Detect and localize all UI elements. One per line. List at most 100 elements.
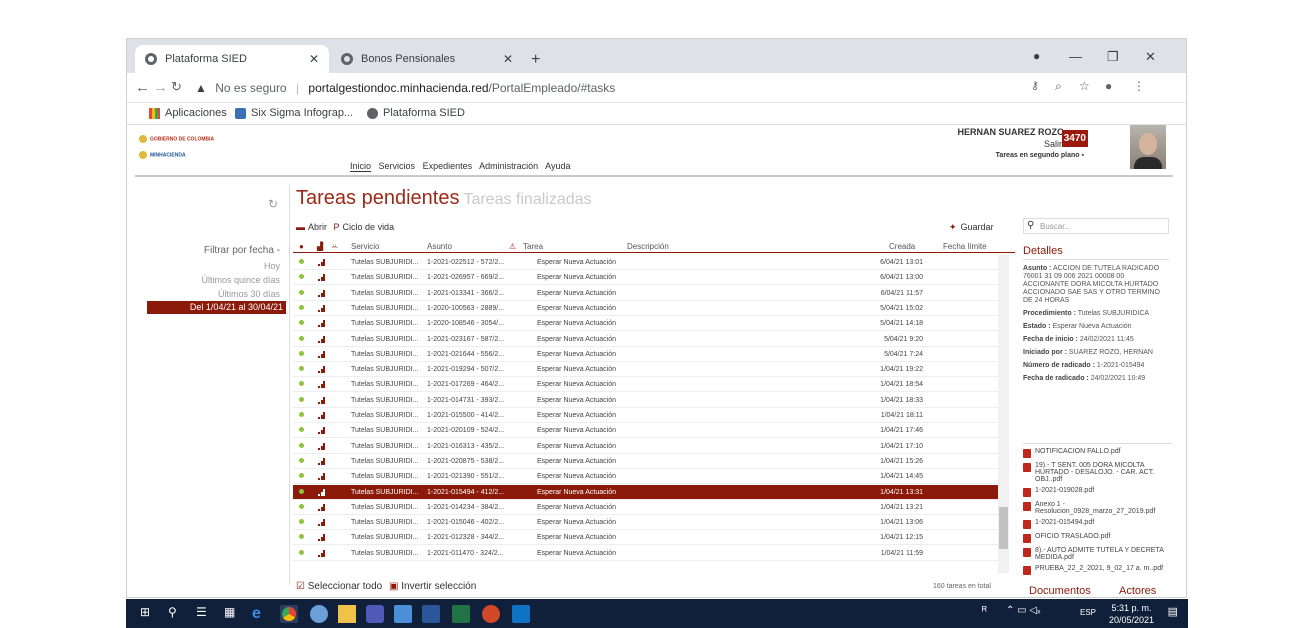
task-view-icon[interactable]: ☰ — [196, 605, 207, 619]
logout-link[interactable]: Salir — [1044, 139, 1062, 149]
users-column-icon[interactable]: ꕁ — [331, 242, 338, 252]
lifecycle-button[interactable]: P Ciclo de vida — [334, 222, 395, 232]
document-item[interactable]: 8).- AUTO ADMITE TUTELA Y DECRETA MEDIDA… — [1023, 547, 1173, 561]
reload-icon[interactable]: ↻ — [171, 79, 182, 95]
tab-finished-tasks[interactable]: Tareas finalizadas — [463, 191, 591, 208]
windows-start-icon[interactable]: ⊞ — [140, 605, 150, 619]
search-input[interactable]: ⚲ Buscar... — [1023, 218, 1169, 234]
table-row[interactable]: Tutelas SUBJURIDI... 1-2020-100563 - 2889… — [293, 301, 998, 316]
table-row[interactable]: Tutelas SUBJURIDI... 1-2021-016313 - 435/… — [293, 439, 998, 454]
filter-title[interactable]: Filtrar por fecha - — [167, 245, 280, 256]
forward-icon[interactable]: → — [153, 79, 168, 96]
table-scrollbar[interactable] — [998, 255, 1009, 573]
document-item[interactable]: 19).- T SENT. 005 DORA MICOLTA HURTADO -… — [1023, 462, 1173, 483]
filter-quince-dias[interactable]: Últimos quince días — [147, 275, 280, 285]
table-row[interactable]: Tutelas SUBJURIDI... 1-2020-108546 - 3054… — [293, 316, 998, 332]
background-tasks-link[interactable]: Tareas en segundo plano ▪ — [996, 152, 1084, 159]
table-row[interactable]: Tutelas SUBJURIDI... 1-2021-013341 - 366/… — [293, 286, 998, 301]
edge-icon[interactable]: e — [252, 605, 270, 623]
people-icon[interactable]: ᴿ — [982, 605, 987, 617]
menu-icon[interactable]: ⋮ — [1133, 79, 1145, 93]
invert-selection-button[interactable]: ▣ Invertir selección — [389, 581, 476, 592]
nav-administracion[interactable]: Administración — [479, 161, 538, 171]
avatar[interactable] — [1130, 125, 1166, 169]
bookmark-plataforma-sied[interactable]: Plataforma SIED — [367, 107, 465, 119]
tab-pending-tasks[interactable]: Tareas pendientes — [296, 187, 459, 209]
profile-icon[interactable]: ● — [1033, 49, 1040, 63]
nav-servicios[interactable]: Servicios — [379, 161, 416, 171]
document-item[interactable]: Anexo 1 - Resolucion_0928_marzo_27_2019.… — [1023, 501, 1173, 515]
outlook-icon[interactable] — [512, 605, 530, 623]
document-item[interactable]: OFICIO TRASLADO.pdf — [1023, 533, 1173, 543]
minimize-icon[interactable]: — — [1069, 49, 1082, 64]
search-icon[interactable]: ⚲ — [168, 605, 177, 619]
new-tab-button[interactable]: + — [531, 51, 540, 69]
table-row[interactable]: Tutelas SUBJURIDI... 1-2021-022512 - 572/… — [293, 255, 998, 270]
nav-expedientes[interactable]: Expedientes — [423, 161, 473, 171]
select-all-button[interactable]: ☑ Seleccionar todo — [296, 581, 382, 592]
save-button[interactable]: ✦ Guardar — [949, 222, 994, 233]
mail-icon[interactable] — [394, 605, 412, 623]
nav-inicio[interactable]: Inicio — [350, 161, 372, 172]
nav-ayuda[interactable]: Ayuda — [545, 161, 570, 171]
table-row[interactable]: Tutelas SUBJURIDI... 1-2021-011470 - 324/… — [293, 546, 998, 561]
table-row[interactable]: Tutelas SUBJURIDI... 1-2021-015494 - 412/… — [293, 484, 998, 500]
notification-badge[interactable]: 3470 — [1061, 130, 1088, 147]
file-explorer-icon[interactable] — [338, 605, 356, 623]
priority-column-icon[interactable]: ▟ — [317, 242, 323, 251]
column-asunto[interactable]: Asunto — [427, 242, 452, 251]
close-icon[interactable]: ✕ — [309, 52, 319, 66]
column-tarea[interactable]: Tarea — [523, 242, 543, 251]
table-row[interactable]: Tutelas SUBJURIDI... 1-2021-014234 - 384/… — [293, 500, 998, 515]
column-servicio[interactable]: Servicio — [351, 242, 379, 251]
table-row[interactable]: Tutelas SUBJURIDI... 1-2021-019294 - 507/… — [293, 362, 998, 378]
open-button[interactable]: ▬ Abrir — [296, 222, 327, 232]
bookmark-apps[interactable]: Aplicaciones — [149, 107, 227, 119]
document-item[interactable]: PRUEBA_22_2_2021, 9_02_17 a. m..pdf — [1023, 565, 1173, 575]
table-row[interactable]: Tutelas SUBJURIDI... 1-2021-026957 - 669/… — [293, 270, 998, 286]
chrome-icon[interactable] — [280, 605, 298, 623]
table-row[interactable]: Tutelas SUBJURIDI... 1-2021-012328 - 344/… — [293, 530, 998, 546]
star-icon[interactable]: ☆ — [1079, 79, 1090, 93]
column-descripcion[interactable]: Descripción — [627, 242, 669, 251]
table-row[interactable]: Tutelas SUBJURIDI... 1-2021-015500 - 414/… — [293, 408, 998, 423]
table-row[interactable]: Tutelas SUBJURIDI... 1-2021-015046 - 402/… — [293, 515, 998, 531]
document-item[interactable]: 1-2021-015494.pdf — [1023, 519, 1173, 529]
filter-hoy[interactable]: Hoy — [147, 261, 280, 271]
table-row[interactable]: Tutelas SUBJURIDI... 1-2021-014731 - 393/… — [293, 393, 998, 408]
tray-icons[interactable]: ⌃ ▭ ◁ₓ — [1006, 605, 1040, 616]
maximize-icon[interactable]: ❐ — [1107, 49, 1119, 65]
status-column-icon[interactable]: ● — [299, 242, 304, 251]
word-icon[interactable] — [422, 605, 440, 623]
key-icon[interactable]: ⚷ — [1031, 79, 1039, 92]
bookmark-six-sigma[interactable]: Six Sigma Infograp... — [235, 107, 353, 119]
window-close-icon[interactable]: ✕ — [1145, 49, 1156, 65]
excel-icon[interactable] — [452, 605, 470, 623]
table-row[interactable]: Tutelas SUBJURIDI... 1-2021-017269 - 464/… — [293, 377, 998, 393]
document-item[interactable]: 1-2021-019028.pdf — [1023, 487, 1173, 497]
document-item[interactable]: NOTIFICACION FALLO.pdf — [1023, 448, 1173, 458]
tab-documentos[interactable]: Documentos — [1029, 585, 1091, 597]
account-icon[interactable]: ● — [1105, 79, 1112, 93]
filter-selected-range[interactable]: Del 1/04/21 al 30/04/21 — [147, 301, 286, 314]
table-row[interactable]: Tutelas SUBJURIDI... 1-2021-020875 - 538/… — [293, 454, 998, 469]
table-row[interactable]: Tutelas SUBJURIDI... 1-2021-020109 - 524/… — [293, 423, 998, 439]
app-icon[interactable] — [310, 605, 328, 623]
tab-bonos-pensionales[interactable]: Bonos Pensionales ✕ — [331, 45, 523, 73]
table-row[interactable]: Tutelas SUBJURIDI... 1-2021-023167 - 587/… — [293, 332, 998, 347]
notifications-icon[interactable]: ▤ — [1168, 605, 1178, 618]
tab-plataforma-sied[interactable]: Plataforma SIED ✕ — [135, 45, 329, 73]
scrollbar-thumb[interactable] — [999, 507, 1008, 549]
teams-icon[interactable] — [366, 605, 384, 623]
column-fecha-limite[interactable]: Fecha límite — [943, 242, 987, 251]
calculator-icon[interactable]: ▦ — [224, 605, 235, 619]
close-icon[interactable]: ✕ — [503, 52, 513, 66]
url-field[interactable]: ▲ No es seguro | portalgestiondoc.minhac… — [195, 81, 615, 95]
tab-actores[interactable]: Actores — [1119, 585, 1156, 597]
refresh-icon[interactable]: ↻ — [268, 197, 278, 211]
column-creada[interactable]: Creada — [889, 242, 915, 251]
language-indicator[interactable]: ESP — [1080, 608, 1096, 617]
table-row[interactable]: Tutelas SUBJURIDI... 1-2021-021390 - 551/… — [293, 469, 998, 485]
zoom-icon[interactable]: ⌕ — [1055, 79, 1062, 94]
powerpoint-icon[interactable] — [482, 605, 500, 623]
